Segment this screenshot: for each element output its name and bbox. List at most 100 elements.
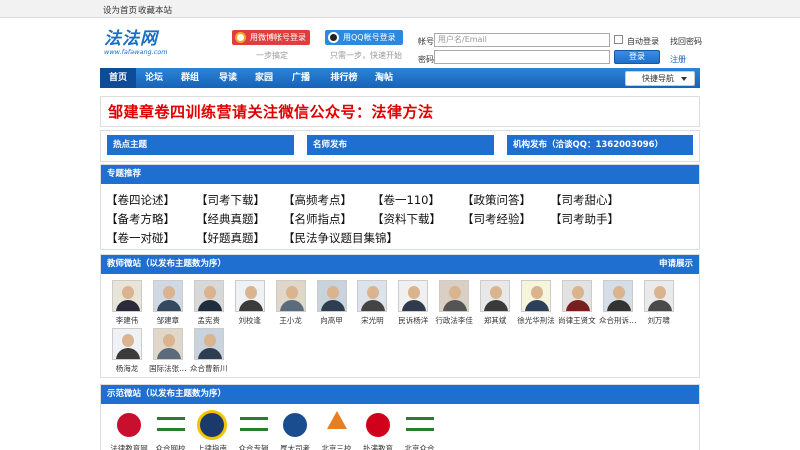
quick-nav-dropdown[interactable]: 快捷导航 (625, 71, 695, 86)
teacher-name[interactable]: 行政法李佳 (431, 315, 477, 326)
teacher-name[interactable]: 众合刑诉… (595, 315, 641, 326)
teacher-avatar[interactable] (112, 280, 142, 312)
teacher-card[interactable]: 刘万啸 (636, 280, 682, 326)
site-name[interactable]: 北京众合 (397, 443, 443, 450)
topic-link[interactable]: 【好题真题】 (196, 230, 265, 246)
site-name[interactable]: 上律指南 (189, 443, 235, 450)
site-name[interactable]: 众合网校 (148, 443, 194, 450)
teacher-avatar[interactable] (521, 280, 551, 312)
site-name[interactable]: 众合专辑 (231, 443, 277, 450)
topic-link[interactable]: 【高频考点】 (283, 192, 352, 208)
teacher-name[interactable]: 国际法张… (145, 363, 191, 374)
topic-link[interactable]: 【卷一对碰】 (106, 230, 175, 246)
teacher-name[interactable]: 邹建章 (145, 315, 191, 326)
topic-link[interactable]: 【政策问答】 (462, 192, 531, 208)
promo-banner[interactable]: 邹建章卷四训练营请关注微信公众号：法律方法 (100, 96, 700, 127)
teacher-name[interactable]: 宋光明 (349, 315, 395, 326)
login-button[interactable]: 登录 (614, 50, 660, 64)
teacher-avatar[interactable] (152, 328, 183, 360)
site-logo-icon[interactable] (154, 409, 188, 441)
teacher-card[interactable]: 徐光华刑法 (513, 280, 559, 326)
nav-item-ranking[interactable]: 排行榜 (322, 68, 366, 88)
apply-display-link[interactable]: 申请展示 (659, 255, 693, 274)
teacher-avatar[interactable] (316, 280, 347, 312)
site-card[interactable]: 北京三校 (314, 409, 360, 450)
site-name[interactable]: 北京三校 (314, 443, 360, 450)
site-name[interactable]: 厚大司考 (272, 443, 318, 450)
topic-link[interactable]: 【司考助手】 (550, 211, 619, 227)
nav-item-broadcast[interactable]: 广播 (283, 68, 319, 88)
teacher-card[interactable]: 杨海龙 (104, 328, 150, 374)
teacher-name[interactable]: 王小龙 (268, 315, 314, 326)
teacher-name[interactable]: 刘校逢 (227, 315, 273, 326)
site-name[interactable]: 法律教育网 (106, 443, 152, 450)
teacher-avatar[interactable] (193, 328, 224, 360)
nav-item-home-space[interactable]: 家园 (246, 68, 282, 88)
teacher-avatar[interactable] (112, 328, 142, 360)
site-logo-icon[interactable] (195, 409, 229, 441)
teacher-avatar[interactable] (480, 280, 511, 312)
site-name[interactable]: 扑满教育 (355, 443, 401, 450)
site-card[interactable]: 众合网校 (148, 409, 194, 450)
topic-link[interactable]: 【资料下载】 (372, 211, 441, 227)
teacher-avatar[interactable] (275, 280, 306, 312)
teacher-avatar[interactable] (357, 280, 388, 312)
site-logo-icon[interactable] (320, 409, 354, 441)
site-card[interactable]: 厚大司考 (272, 409, 318, 450)
bookmark-link[interactable]: 收藏本站 (138, 4, 172, 16)
register-link[interactable]: 注册 (670, 54, 686, 65)
site-logo-icon[interactable] (112, 409, 146, 441)
teacher-name[interactable]: 民诉杨洋 (390, 315, 436, 326)
teacher-card[interactable]: 郑其斌 (472, 280, 518, 326)
teacher-avatar[interactable] (193, 280, 224, 312)
teacher-card[interactable]: 国际法张… (145, 328, 191, 374)
teacher-name[interactable]: 郑其斌 (472, 315, 518, 326)
teacher-avatar[interactable] (234, 280, 265, 312)
site-logo-icon[interactable] (278, 409, 312, 441)
site-card[interactable]: 北京众合 (397, 409, 443, 450)
nav-item-forum[interactable]: 论坛 (136, 68, 172, 88)
teacher-name[interactable]: 李建伟 (104, 315, 150, 326)
site-logo-icon[interactable] (403, 409, 437, 441)
set-homepage-link[interactable]: 设为首页 (103, 4, 137, 16)
site-logo-icon[interactable] (361, 409, 395, 441)
teacher-card[interactable]: 李建伟 (104, 280, 150, 326)
teacher-avatar[interactable] (602, 280, 633, 312)
find-password-link[interactable]: 找回密码 (670, 36, 702, 47)
site-card[interactable]: 众合专辑 (231, 409, 277, 450)
teacher-name[interactable]: 刘万啸 (636, 315, 682, 326)
teacher-card[interactable]: 众合刑诉… (595, 280, 641, 326)
teacher-card[interactable]: 邹建章 (145, 280, 191, 326)
teacher-name[interactable]: 孟宪贵 (186, 315, 232, 326)
site-logo[interactable]: 法法网 www.fafawang.com (104, 30, 174, 60)
account-input[interactable]: 用户名/Email (434, 33, 610, 47)
teacher-card[interactable]: 宋光明 (349, 280, 395, 326)
weibo-login-button[interactable]: 用微博帐号登录 (232, 30, 310, 45)
teacher-avatar[interactable] (643, 280, 674, 312)
qq-login-button[interactable]: 用QQ帐号登录 (325, 30, 403, 45)
nav-item-collections[interactable]: 淘帖 (366, 68, 402, 88)
teacher-name[interactable]: 杨海龙 (104, 363, 150, 374)
teacher-card[interactable]: 刘校逢 (227, 280, 273, 326)
teacher-card[interactable]: 尚律王贤文 (554, 280, 600, 326)
teacher-name[interactable]: 徐光华刑法 (513, 315, 559, 326)
teacher-card[interactable]: 行政法李佳 (431, 280, 477, 326)
topic-link[interactable]: 【民法争议题目集锦】 (283, 230, 398, 246)
auto-login-checkbox[interactable] (614, 35, 623, 44)
teacher-avatar[interactable] (439, 280, 470, 312)
teacher-card[interactable]: 向高甲 (309, 280, 355, 326)
teacher-avatar[interactable] (152, 280, 183, 312)
site-logo-icon[interactable] (237, 409, 271, 441)
site-card[interactable]: 扑满教育 (355, 409, 401, 450)
nav-item-groups[interactable]: 群组 (172, 68, 208, 88)
teacher-name[interactable]: 众合曹新川 (186, 363, 232, 374)
topic-link[interactable]: 【名师指点】 (283, 211, 352, 227)
teacher-card[interactable]: 民诉杨洋 (390, 280, 436, 326)
topic-link[interactable]: 【司考甜心】 (550, 192, 619, 208)
teacher-avatar[interactable] (398, 280, 429, 312)
teacher-card[interactable]: 王小龙 (268, 280, 314, 326)
site-card[interactable]: 上律指南 (189, 409, 235, 450)
topic-link[interactable]: 【司考经验】 (462, 211, 531, 227)
teacher-avatar[interactable] (561, 280, 592, 312)
nav-item-guide[interactable]: 导读 (210, 68, 246, 88)
